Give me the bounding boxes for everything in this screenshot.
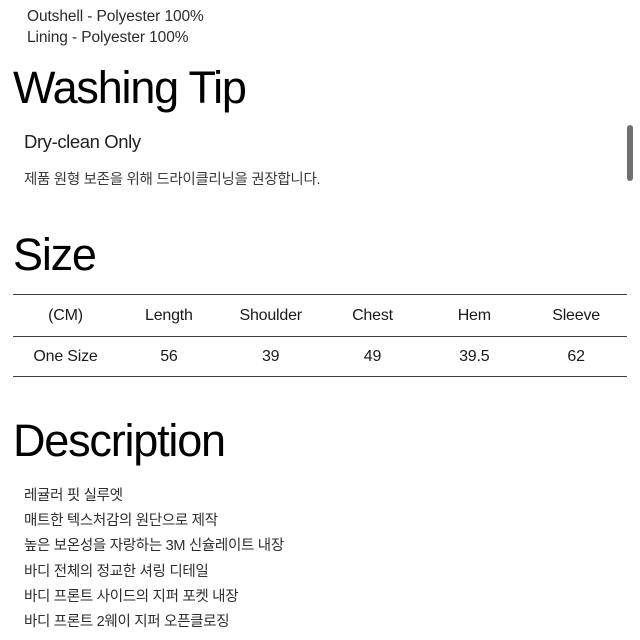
size-heading: Size	[13, 229, 97, 280]
size-cell-hem: 39.5	[459, 347, 490, 365]
list-item: 높은 보온성을 자랑하는 3M 신슐레이트 내장	[24, 538, 284, 555]
size-cell-chest: 49	[363, 347, 382, 365]
description-heading: Description	[13, 415, 226, 466]
washing-tip-heading: Washing Tip	[13, 62, 247, 113]
size-table-body: One Size 56 39 49 39.5 62	[13, 337, 627, 377]
list-item: 바디 전체의 정교한 셔링 디테일	[24, 563, 209, 580]
size-column-header-sleeve: Sleeve	[552, 306, 600, 324]
list-item: 레귤러 핏 실루엣	[24, 488, 123, 504]
washing-tip-subheading: Dry-clean Only	[24, 131, 141, 152]
size-cell-sleeve: 62	[567, 347, 585, 365]
washing-tip-note: 제품 원형 보존을 위해 드라이클리닝을 권장합니다.	[24, 172, 321, 188]
scrollbar-thumb[interactable]	[627, 125, 633, 181]
size-column-header-unit: (CM)	[48, 306, 83, 324]
size-column-header-hem: Hem	[457, 306, 491, 324]
size-table-header-row: (CM) Length Shoulder Chest Hem Sleeve	[13, 294, 627, 337]
size-table: (CM) Length Shoulder Chest Hem Sleeve On…	[13, 294, 627, 377]
list-item: 바디 프론트 사이드의 지퍼 포켓 내장	[24, 588, 239, 605]
size-column-header-chest: Chest	[352, 306, 393, 324]
table-row: One Size 56 39 49 39.5 62	[13, 337, 627, 377]
size-column-header-shoulder: Shoulder	[239, 306, 302, 324]
material-composition: Outshell - Polyester 100% Lining - Polye…	[27, 6, 204, 48]
list-item: 매트한 텍스처감의 원단으로 제작	[24, 513, 218, 530]
product-detail-page: Outshell - Polyester 100% Lining - Polye…	[0, 0, 640, 640]
size-cell-length: 56	[160, 347, 178, 365]
material-line-outshell: Outshell - Polyester 100%	[27, 8, 204, 25]
size-cell-shoulder: 39	[261, 347, 280, 365]
size-cell-label: One Size	[33, 347, 98, 365]
scrollbar-track[interactable]	[627, 0, 637, 640]
material-line-lining: Lining - Polyester 100%	[27, 29, 189, 46]
list-item: 바디 프론트 2웨이 지퍼 오픈클로징	[24, 614, 230, 631]
size-table-head: (CM) Length Shoulder Chest Hem Sleeve	[13, 294, 627, 337]
size-column-header-length: Length	[145, 306, 193, 324]
description-list: 레귤러 핏 실루엣 매트한 텍스처감의 원단으로 제작 높은 보온성을 자랑하는…	[24, 484, 284, 635]
